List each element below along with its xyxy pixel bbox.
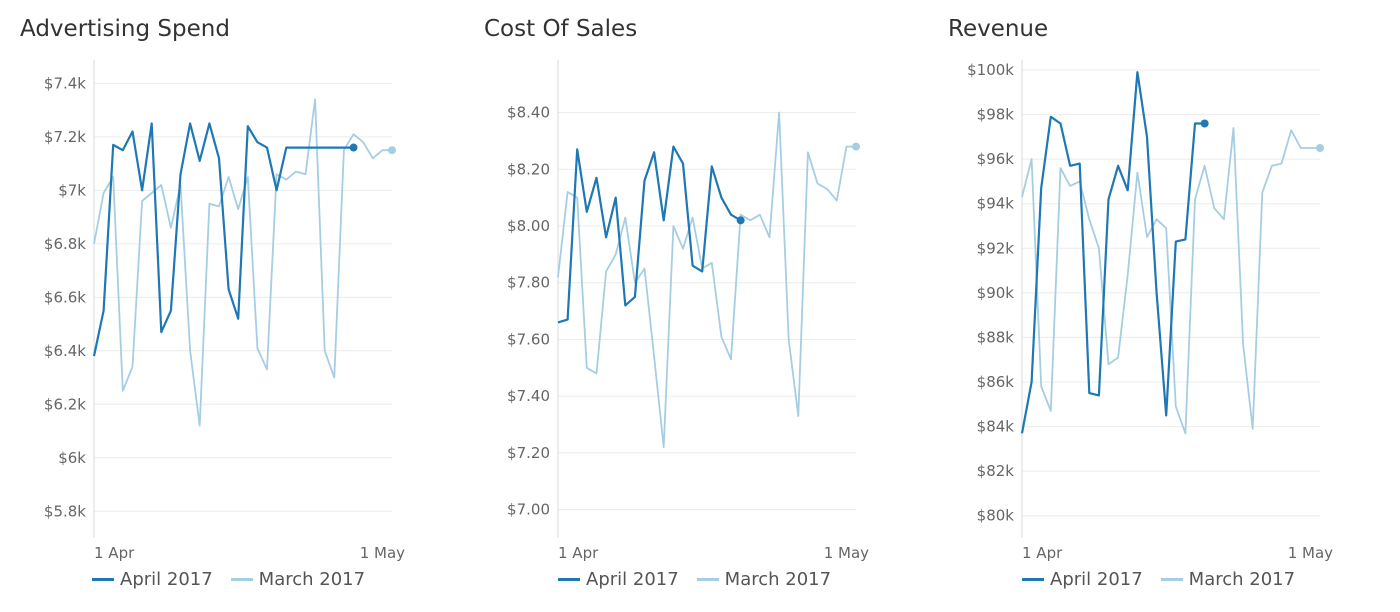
- y-tick-label: $6.2k: [44, 395, 86, 413]
- y-tick-label: $86k: [977, 373, 1015, 391]
- legend-label-april: April 2017: [120, 568, 213, 590]
- legend-item-april[interactable]: April 2017: [558, 569, 679, 590]
- y-tick-label: $98k: [977, 106, 1015, 124]
- y-tick-label: $6.4k: [44, 342, 86, 360]
- chart-legend: April 2017 March 2017: [1022, 566, 1313, 592]
- y-tick-label: $80k: [977, 507, 1015, 525]
- y-tick-label: $96k: [977, 150, 1015, 168]
- series-line-march-2017: [1021, 127, 1320, 435]
- legend-label-april: April 2017: [1050, 568, 1143, 590]
- legend-item-march[interactable]: March 2017: [1160, 568, 1296, 590]
- legend-swatch-april: [558, 577, 580, 581]
- x-tick-label: 1 Apr: [558, 544, 599, 562]
- y-tick-label: $8.20: [507, 160, 550, 178]
- y-tick-label: $7.40: [507, 387, 550, 405]
- legend-swatch-march: [230, 577, 253, 581]
- chart-panel-advertising-spend: Advertising Spend $5.8k $6k $6.2k $6.4k $6.6…: [20, 0, 460, 612]
- x-tick-label: 1 Apr: [1022, 544, 1063, 562]
- y-tick-label: $94k: [977, 195, 1015, 213]
- series-end-marker-april-2017: [736, 216, 745, 225]
- x-tick-label: 1 May: [824, 544, 869, 562]
- legend-label-march: March 2017: [1188, 568, 1296, 590]
- series-end-marker-april-2017: [349, 143, 358, 152]
- y-tick-label: $7.80: [507, 274, 550, 292]
- y-tick-label: $84k: [977, 418, 1015, 436]
- y-tick-label: $7.20: [507, 444, 550, 462]
- series-end-marker-march-2017: [1316, 144, 1324, 152]
- y-tick-label: $6.6k: [44, 288, 86, 306]
- y-tick-label: $8.00: [507, 217, 550, 235]
- series-line-march-2017: [557, 111, 856, 449]
- series-end-marker-april-2017: [1200, 119, 1209, 128]
- legend-swatch-april: [92, 577, 114, 581]
- legend-swatch-march: [1160, 577, 1183, 581]
- y-tick-label: $7.2k: [44, 128, 86, 146]
- x-tick-label: 1 May: [360, 544, 405, 562]
- legend-item-march[interactable]: March 2017: [696, 568, 832, 590]
- y-tick-label: $7k: [58, 181, 86, 199]
- x-tick-label: 1 May: [1288, 544, 1333, 562]
- chart-legend: April 2017 March 2017: [558, 566, 849, 592]
- series-line-april-2017: [92, 122, 354, 357]
- y-tick-label: $5.8k: [44, 502, 86, 520]
- legend-item-march[interactable]: March 2017: [230, 568, 366, 590]
- y-tick-label: $100k: [967, 61, 1014, 79]
- y-tick-label: $8.40: [507, 104, 550, 122]
- series-line-april-2017: [557, 145, 742, 324]
- y-tick-label: $90k: [977, 284, 1015, 302]
- legend-label-april: April 2017: [586, 568, 679, 590]
- legend-swatch-march: [696, 577, 719, 581]
- legend-label-march: March 2017: [258, 568, 366, 590]
- y-tick-label: $7.60: [507, 330, 550, 348]
- y-tick-label: $92k: [977, 239, 1015, 257]
- chart-panel-revenue: Revenue $80k $82k $84k $86k $88k $90k $92k $94k…: [948, 0, 1388, 612]
- legend-item-april[interactable]: April 2017: [1022, 569, 1143, 590]
- legend-swatch-april: [1022, 577, 1044, 581]
- series-end-marker-march-2017: [852, 142, 860, 151]
- y-tick-label: $7.4k: [44, 74, 86, 92]
- series-line-april-2017: [1020, 71, 1205, 434]
- y-tick-label: $82k: [977, 462, 1015, 480]
- chart-advertising-spend: $5.8k $6k $6.2k $6.4k $6.6k $6.8k $7k $7.2k $7.4…: [44, 60, 405, 562]
- y-tick-label: $88k: [977, 328, 1015, 346]
- series-end-marker-march-2017: [388, 146, 396, 155]
- y-tick-label: $6k: [58, 449, 86, 467]
- chart-cost-of-sales: $7.00 $7.20 $7.40 $7.60 $7.80 $8.00 $8.20 $8.40…: [507, 60, 869, 562]
- chart-revenue: $80k $82k $84k $86k $88k $90k $92k $94k $96k $98k…: [967, 60, 1333, 562]
- chart-legend: April 2017 March 2017: [92, 566, 383, 592]
- legend-label-march: March 2017: [724, 568, 832, 590]
- y-tick-label: $7.00: [507, 501, 550, 519]
- chart-panel-cost-of-sales: Cost Of Sales $7.00 $7.20 $7.40 $7.60 $7.80 $…: [484, 0, 924, 612]
- y-tick-label: $6.8k: [44, 235, 86, 253]
- legend-item-april[interactable]: April 2017: [92, 569, 213, 590]
- x-tick-label: 1 Apr: [94, 544, 135, 562]
